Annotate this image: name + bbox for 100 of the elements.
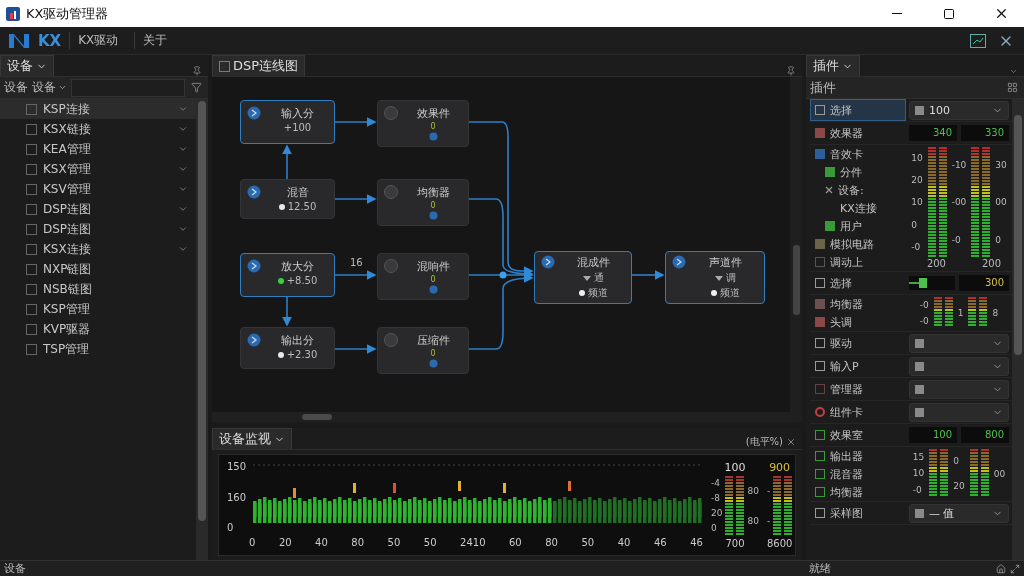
device-item[interactable]: NSB链图 [0,279,196,299]
checkbox[interactable] [26,103,37,115]
checkbox[interactable] [815,430,825,440]
plugin-item[interactable]: 设备: [810,181,906,199]
port-icon [428,211,438,220]
dropdown[interactable] [909,333,1009,353]
device-item[interactable]: NXP链图 [0,259,196,279]
checkbox[interactable] [26,223,37,235]
device-item[interactable]: KSX连接 [0,239,196,259]
checkbox[interactable] [815,278,825,288]
checkbox[interactable] [815,451,825,461]
checkbox[interactable] [26,263,37,275]
panel-header: 插件 [810,78,837,97]
pin-icon[interactable] [786,66,796,76]
dsp-node[interactable]: 放大分 +8.50 [240,253,335,297]
filter-dropdown[interactable]: 设备 [32,79,67,96]
plugin-item[interactable]: 音效卡 [810,145,906,163]
home-icon[interactable] [996,563,1006,574]
scrollbar[interactable] [196,99,208,560]
panel-tab[interactable]: 插件 [806,55,860,76]
plugin-item[interactable]: 均衡器 [810,295,906,313]
checkbox[interactable] [26,203,37,215]
dsp-node[interactable]: 均衡器 0 [377,179,469,226]
checkbox[interactable] [815,508,825,518]
device-item[interactable]: DSP连图 [0,199,196,219]
toolbar-item[interactable]: 关于 [134,32,176,49]
dropdown[interactable]: — 值 [909,503,1009,523]
plugin-item[interactable]: 管理器 [810,378,906,400]
scrollbar[interactable] [790,77,802,422]
checkbox[interactable] [26,183,37,195]
panel-tab[interactable]: 设备 [0,55,54,76]
plugin-item[interactable]: 采样图 [810,502,906,524]
plugin-item[interactable]: 效果室 [810,424,906,446]
dsp-node[interactable]: 效果件 0 [377,100,469,147]
plugin-item[interactable]: 用户 [810,217,906,235]
plugin-item[interactable]: 选择 [810,272,906,294]
plugin-item[interactable]: 均衡器 [810,483,906,501]
checkbox[interactable] [26,323,37,335]
dsp-node[interactable]: 混音 12.50 [240,179,335,219]
node-value: 调 [725,271,736,285]
plugin-item[interactable]: 效果器 [810,122,906,144]
checkbox[interactable] [26,343,37,355]
scrollbar[interactable] [1012,99,1024,560]
checkbox[interactable] [815,487,825,497]
checkbox[interactable] [815,257,825,267]
panel-tab[interactable]: 设备监视 [212,428,292,449]
plugin-item[interactable]: 混音器 [810,465,906,483]
caret-icon[interactable] [1009,67,1018,76]
checkbox[interactable] [815,338,825,348]
pin-icon[interactable] [192,66,202,76]
checkbox[interactable] [815,361,825,371]
checkbox[interactable] [26,243,37,255]
checkbox[interactable] [815,105,825,115]
plugin-item[interactable]: 头调 [810,313,906,331]
toolbar-item[interactable]: KX驱动 [69,32,127,49]
slider-thumb[interactable] [918,278,927,288]
axis-label: 150 [227,461,248,472]
device-item[interactable]: KSV管理 [0,179,196,199]
device-item[interactable]: KVP驱器 [0,319,196,339]
scrollbar[interactable] [212,412,790,422]
plugin-item[interactable]: 模拟电路 [810,235,906,253]
dsp-node[interactable]: 混成件 通 频道 [534,251,632,304]
slider[interactable] [909,276,955,290]
close-icon[interactable] [786,437,796,447]
checkbox[interactable] [26,163,37,175]
plugin-item[interactable]: 驱动 [810,332,906,354]
layout-icon[interactable] [1005,80,1020,95]
checkbox[interactable] [26,283,37,295]
dropdown[interactable] [909,402,1009,422]
checkbox[interactable] [815,469,825,479]
device-item[interactable]: KSX链接 [0,119,196,139]
dropdown[interactable] [909,356,1009,376]
device-item[interactable]: KSP连接 [0,99,196,119]
dsp-node[interactable]: 压缩件 0 [377,327,469,374]
plugin-item[interactable]: 输入P [810,355,906,377]
panel-tab[interactable]: DSP连线图 [212,55,306,76]
plugin-item[interactable]: 选择 [810,99,906,121]
device-item[interactable]: TSP管理 [0,339,196,359]
dsp-node[interactable]: 声道件 调 频道 [665,251,765,304]
device-item[interactable]: KEA管理 [0,139,196,159]
plugin-item[interactable]: 输出器 [810,447,906,465]
resize-icon[interactable] [1010,563,1020,574]
dropdown[interactable] [909,379,1009,399]
checkbox[interactable] [26,143,37,155]
device-item[interactable]: KSX管理 [0,159,196,179]
plugin-item[interactable]: 调动上 [810,253,906,271]
plugin-item[interactable]: KX连接 [810,199,906,217]
dsp-node[interactable]: 输出分 +2.30 [240,327,335,369]
device-item[interactable]: DSP连图 [0,219,196,239]
plugin-item[interactable]: 分件 [810,163,906,181]
chart-icon[interactable] [968,31,988,50]
checkbox[interactable] [26,303,37,315]
dsp-node[interactable]: 输入分 +100 [240,100,335,144]
dropdown[interactable]: 100 [909,100,1009,120]
device-item[interactable]: KSP管理 [0,299,196,319]
checkbox[interactable] [815,384,825,394]
filter-icon[interactable] [189,80,204,95]
dsp-node[interactable]: 混响件 0 [377,253,469,300]
checkbox[interactable] [26,123,37,135]
plugin-item[interactable]: 组件卡 [810,401,906,423]
